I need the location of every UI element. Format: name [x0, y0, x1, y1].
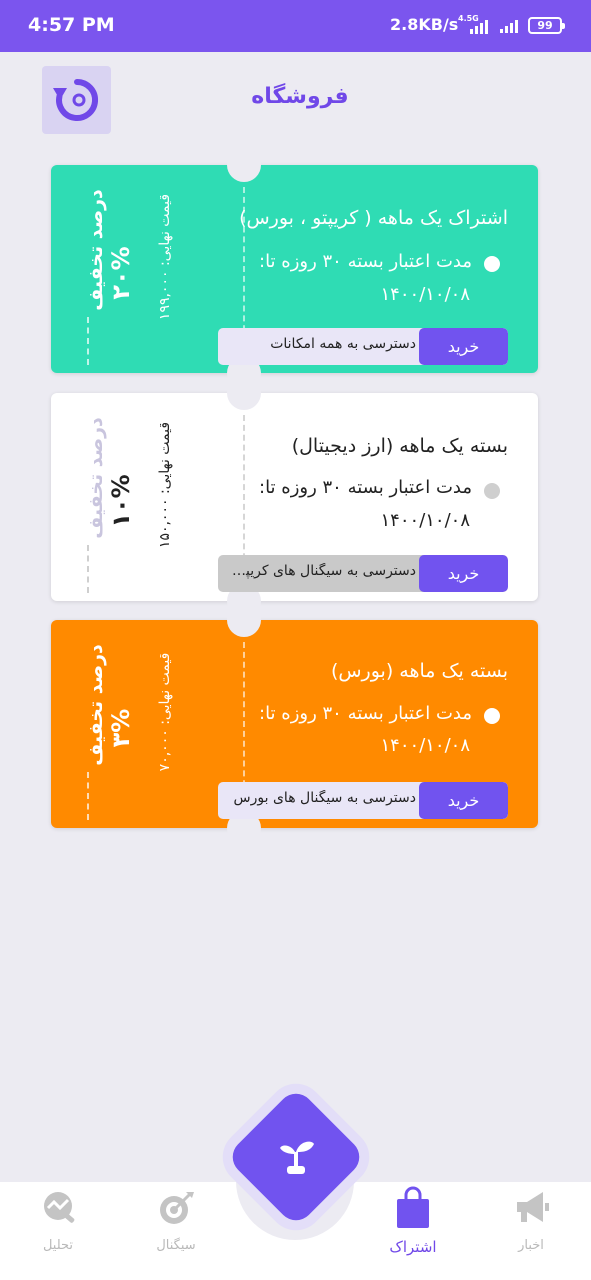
- subscription-card-2: درصد تخفیف ۱۰% قیمت نهایی: ۱۵۰,۰۰۰ بسته …: [51, 376, 538, 618]
- buy-button[interactable]: خرید: [419, 782, 508, 819]
- bullet-icon: [484, 256, 500, 272]
- battery-icon: 99: [528, 17, 565, 34]
- refresh-icon: [52, 78, 98, 121]
- nav-label-subscription: اشتراک: [389, 1238, 437, 1256]
- discount-value: ۲۰%: [107, 246, 135, 300]
- feature-text: دسترسی به سیگنال های بورس: [233, 790, 416, 806]
- validity-text: مدت اعتبار بسته ۳۰ روزه تا:: [259, 477, 472, 498]
- discount-label: درصد تخفیف: [85, 417, 107, 539]
- target-icon: [160, 1192, 194, 1224]
- card-title: اشتراک یک ماهه ( کریپتو ، بورس): [239, 207, 508, 229]
- feature-bar: دسترسی به سیگنال های کریپت... خرید: [218, 555, 508, 592]
- validity-text: مدت اعتبار بسته ۳۰ روزه تا:: [259, 703, 472, 724]
- buy-button[interactable]: خرید: [419, 555, 508, 592]
- bullet-icon: [484, 708, 500, 724]
- nav-item-news[interactable]: اخبار: [486, 1186, 576, 1253]
- feature-bar: دسترسی به سیگنال های بورس خرید: [218, 782, 508, 819]
- status-bar: 4:57 PM 2.8KB/s 4.5G 99: [0, 0, 591, 52]
- battery-level: 99: [537, 19, 553, 32]
- shopping-bag-icon: [397, 1186, 429, 1228]
- buy-button[interactable]: خرید: [419, 328, 508, 365]
- discount-value: ۱۰%: [107, 474, 135, 528]
- bullet-icon: [484, 483, 500, 499]
- ticket-notch: [227, 148, 261, 182]
- feature-text: دسترسی به سیگنال های کریپت...: [226, 563, 416, 579]
- final-price: قیمت نهایی: ۱۹۹,۰۰۰: [157, 193, 173, 321]
- nav-label-analysis: تحلیل: [42, 1238, 74, 1253]
- card-title: بسته یک ماهه (بورس): [330, 660, 508, 682]
- nav-label-news: اخبار: [518, 1238, 544, 1253]
- analysis-icon: [44, 1192, 75, 1223]
- status-speed: 2.8KB/s: [390, 15, 459, 34]
- sprout-icon: [280, 1141, 314, 1174]
- feature-bar: دسترسی به همه امکانات خرید: [218, 328, 508, 365]
- final-price: قیمت نهایی: ۱۵۰,۰۰۰: [157, 421, 173, 549]
- divider: [87, 317, 89, 365]
- nav-item-signal[interactable]: سیگنال: [131, 1186, 221, 1253]
- nav-item-subscription[interactable]: اشتراک: [368, 1186, 458, 1256]
- expiry-date: ۱۴۰۰/۱۰/۰۸: [380, 735, 470, 756]
- subscription-card-3: درصد تخفیف ۳% قیمت نهایی: ۷۰,۰۰۰ بسته یک…: [51, 603, 538, 845]
- expiry-date: ۱۴۰۰/۱۰/۰۸: [380, 284, 470, 305]
- final-price: قیمت نهایی: ۷۰,۰۰۰: [157, 652, 173, 772]
- status-time: 4:57 PM: [28, 14, 115, 36]
- expiry-date: ۱۴۰۰/۱۰/۰۸: [380, 510, 470, 531]
- refresh-button[interactable]: [42, 66, 111, 134]
- validity-text: مدت اعتبار بسته ۳۰ روزه تا:: [259, 251, 472, 272]
- signal-icon: 4.5G: [456, 14, 496, 36]
- signal-icon-2: [500, 20, 518, 33]
- nav-label-signal: سیگنال: [156, 1238, 196, 1253]
- card-title: بسته یک ماهه (ارز دیجیتال): [291, 435, 508, 457]
- ticket-notch: [227, 376, 261, 410]
- divider: [87, 772, 89, 820]
- center-fab-icon-wrap: [270, 1130, 322, 1182]
- ticket-notch: [227, 603, 261, 637]
- feature-text: دسترسی به همه امکانات: [270, 336, 416, 352]
- subscription-card-1: درصد تخفیف ۲۰% قیمت نهایی: ۱۹۹,۰۰۰ اشترا…: [51, 148, 538, 390]
- discount-label: درصد تخفیف: [85, 189, 107, 311]
- page-title: فروشگاه: [251, 84, 349, 109]
- nav-item-analysis[interactable]: تحلیل: [13, 1186, 103, 1253]
- megaphone-icon: [517, 1192, 549, 1222]
- divider: [87, 545, 89, 593]
- discount-label: درصد تخفیف: [85, 644, 107, 766]
- discount-value: ۳%: [107, 708, 135, 748]
